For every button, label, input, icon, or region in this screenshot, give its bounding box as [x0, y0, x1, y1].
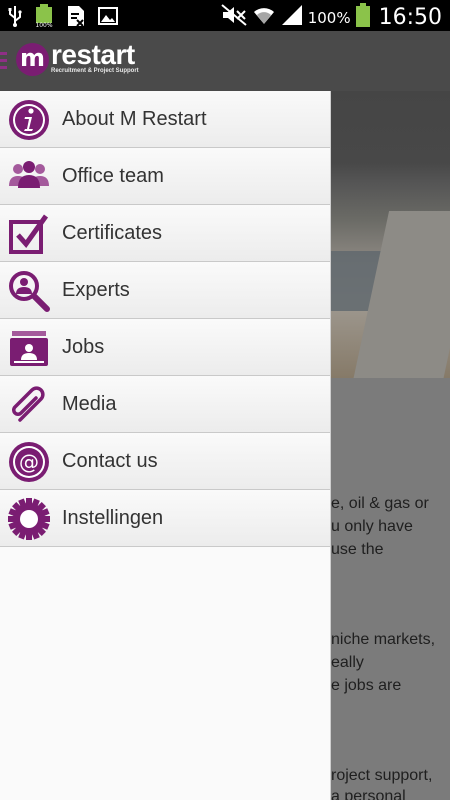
app-bar: m restart Recruitment & Project Support	[0, 31, 450, 91]
status-left-icons: 100%	[8, 4, 118, 33]
drawer-item-settings[interactable]: Instellingen	[0, 490, 330, 547]
drawer-item-office-team[interactable]: Office team	[0, 148, 330, 205]
body-line: u only have	[331, 518, 413, 535]
app-logo[interactable]: m restart Recruitment & Project Support	[16, 39, 139, 79]
body-line: eally	[331, 654, 364, 671]
at-sign-icon: @	[8, 441, 50, 483]
clock: 16:50	[378, 5, 442, 30]
usb-icon	[8, 5, 22, 32]
logo-mark: m	[16, 43, 49, 76]
drawer-item-label: Media	[62, 393, 117, 415]
gear-icon	[8, 498, 50, 540]
wifi-icon	[252, 4, 276, 31]
drawer-item-label: Certificates	[62, 222, 163, 244]
drawer-item-certificates[interactable]: Certificates	[0, 205, 330, 262]
body-line: e, oil & gas or	[331, 495, 429, 512]
jobs-card-icon	[8, 327, 50, 369]
mute-icon	[221, 4, 247, 31]
storage-icon	[66, 5, 86, 32]
magnifier-person-icon	[8, 270, 50, 312]
page-body-text: e, oil & gas or u only have use the nich…	[331, 378, 450, 800]
drawer-item-label: About M Restart	[62, 108, 207, 130]
status-bar: 100% 100% 16:50	[0, 0, 450, 31]
svg-text:@: @	[19, 450, 39, 474]
drawer-item-contact[interactable]: @ Contact us	[0, 433, 330, 490]
drawer-empty-area	[0, 547, 330, 800]
drawer-item-experts[interactable]: Experts	[0, 262, 330, 319]
status-right-icons: 100% 16:50	[221, 3, 442, 32]
info-icon	[8, 99, 50, 141]
checkbox-icon	[8, 213, 50, 255]
drawer-toggle-icon[interactable]	[0, 52, 7, 70]
body-line: e jobs are	[331, 677, 402, 694]
team-icon	[8, 156, 50, 198]
logo-wordmark: restart	[51, 39, 135, 70]
header-photo	[331, 91, 450, 381]
battery-icon	[355, 3, 370, 32]
battery-percentage: 100%	[307, 8, 351, 27]
body-line: roject support,	[331, 767, 433, 784]
drawer-item-label: Office team	[62, 165, 164, 187]
signal-icon	[281, 4, 303, 31]
dimmed-page-content[interactable]: e, oil & gas or u only have use the nich…	[331, 91, 450, 800]
battery-small-icon: 100%	[34, 4, 54, 33]
image-icon	[98, 7, 118, 30]
drawer-item-media[interactable]: Media	[0, 376, 330, 433]
drawer-item-about[interactable]: About M Restart	[0, 91, 330, 148]
svg-text:100%: 100%	[35, 22, 52, 28]
logo-tagline: Recruitment & Project Support	[51, 68, 139, 74]
body-line: a personal	[331, 788, 406, 800]
drawer-item-label: Jobs	[62, 336, 105, 358]
drawer-item-label: Experts	[62, 279, 130, 301]
navigation-drawer: About M Restart Office team Certificates…	[0, 91, 331, 800]
body-line: use the	[331, 541, 384, 558]
drawer-item-label: Contact us	[62, 450, 158, 472]
body-line: niche markets,	[331, 631, 436, 648]
drawer-item-jobs[interactable]: Jobs	[0, 319, 330, 376]
paperclip-icon	[8, 384, 50, 426]
drawer-item-label: Instellingen	[62, 507, 164, 529]
